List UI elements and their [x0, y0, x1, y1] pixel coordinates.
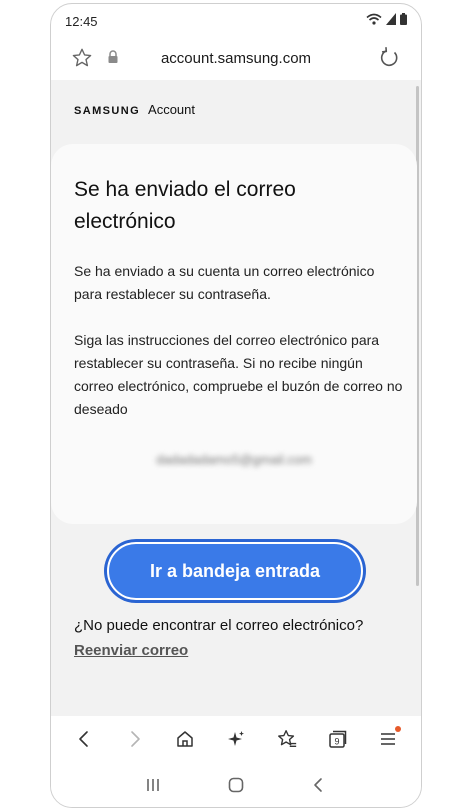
page-content: SAMSUNG Account Se ha enviado el correo …: [51, 80, 421, 716]
bookmarks-icon[interactable]: [272, 724, 302, 754]
reload-icon[interactable]: [377, 46, 401, 75]
help-question: ¿No puede encontrar el correo electrónic…: [74, 617, 364, 634]
notification-dot: [394, 726, 401, 732]
battery-icon: [400, 13, 407, 25]
wifi-icon: [366, 13, 382, 25]
tabs-icon[interactable]: 9: [322, 724, 352, 754]
sent-message: Se ha enviado a su cuenta un correo elec…: [74, 263, 375, 302]
home-button-icon[interactable]: [221, 770, 251, 800]
page-title: Se ha enviado el correo electrónico: [74, 178, 296, 233]
confirmation-card: Se ha enviado el correo electrónico Se h…: [51, 144, 417, 524]
samsung-wordmark: SAMSUNG: [74, 105, 141, 117]
signal-icon: [386, 13, 396, 25]
status-time: 12:45: [65, 14, 98, 29]
resend-email-link[interactable]: Reenviar correo: [74, 642, 188, 659]
forward-icon[interactable]: [120, 724, 150, 754]
sparkle-icon[interactable]: [221, 724, 251, 754]
instructions-message: Siga las instrucciones del correo electr…: [74, 332, 403, 417]
menu-icon[interactable]: [373, 724, 403, 754]
url-text[interactable]: account.samsung.com: [51, 50, 421, 67]
home-icon[interactable]: [170, 724, 200, 754]
system-back-icon[interactable]: [304, 770, 334, 800]
tab-count: 9: [335, 737, 340, 747]
back-icon[interactable]: [69, 724, 99, 754]
system-navigation-bar: [51, 762, 421, 807]
status-icons: [366, 13, 407, 25]
browser-url-bar: account.samsung.com: [51, 38, 421, 81]
phone-screen: 12:45 account.samsung.com SAMSUNG Accoun…: [50, 3, 422, 808]
browser-toolbar: 9: [51, 716, 421, 762]
samsung-account-logo: SAMSUNG Account: [74, 102, 195, 117]
status-bar: 12:45: [51, 4, 421, 38]
email-address: dadadadamo5@gmail.com: [156, 452, 312, 467]
recent-apps-icon[interactable]: [138, 770, 168, 800]
go-to-inbox-button[interactable]: Ir a bandeja entrada: [107, 542, 363, 600]
account-wordmark: Account: [148, 102, 196, 117]
